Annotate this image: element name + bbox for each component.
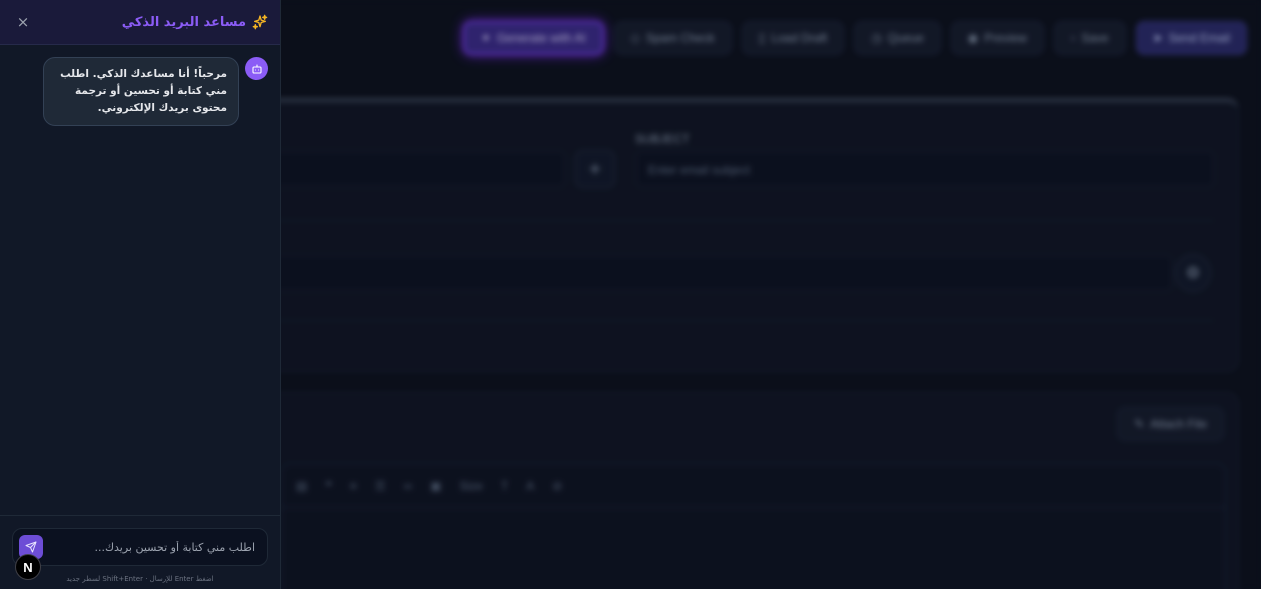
file-icon: ▯ <box>758 31 766 45</box>
bot-icon <box>245 57 268 80</box>
font-size-select[interactable]: Size <box>460 479 483 493</box>
compose-card: SUBJECT + Enter email subject ⚙ <box>260 98 1239 372</box>
quote-icon[interactable]: ❝ <box>325 479 331 493</box>
close-icon[interactable]: × <box>14 13 32 31</box>
eye-icon: ◉ <box>967 31 979 45</box>
n-badge[interactable]: N <box>15 554 41 580</box>
recipient-field[interactable] <box>261 150 566 188</box>
panel-title-group: مساعد البريد الذكي <box>122 14 268 30</box>
composer: اضغط Enter للإرسال · Shift+Enter لسطر جد… <box>0 515 280 589</box>
ai-assistant-panel: × مساعد البريد الذكي مرحباً! أنا مساعدك … <box>0 0 281 589</box>
keyboard-hint: اضغط Enter للإرسال · Shift+Enter لسطر جد… <box>66 575 214 583</box>
attach-file-button[interactable]: ✎ Attach File <box>1117 407 1224 441</box>
subject-label: SUBJECT <box>635 132 690 146</box>
list-icon[interactable]: ≡ <box>350 479 357 493</box>
sparkle-icon: ✦ <box>480 31 491 45</box>
paperclip-icon: ✎ <box>1134 417 1145 431</box>
sparkles-icon <box>252 14 268 30</box>
ordered-list-icon[interactable]: ☰ <box>375 479 386 493</box>
clear-format-icon[interactable]: ⊘ <box>552 479 562 493</box>
panel-header: × مساعد البريد الذكي <box>0 0 280 45</box>
save-icon: ▫ <box>1070 31 1076 45</box>
generate-ai-button[interactable]: ✦ Generate with AI <box>462 21 604 55</box>
queue-button[interactable]: ◷ Queue <box>854 21 941 55</box>
divider <box>261 320 1214 321</box>
template-select[interactable] <box>261 254 1173 292</box>
editor-toolbar: ▤ ❝ ≡ ☰ ∞ ▣ Size T A ⊘ <box>282 464 1225 508</box>
assistant-message: مرحباً! أنا مساعدك الذكي. اطلب مني كتابة… <box>12 57 268 126</box>
add-recipient-button[interactable]: + <box>575 150 615 188</box>
shield-icon: ◇ <box>630 31 640 45</box>
message-list: مرحباً! أنا مساعدك الذكي. اطلب مني كتابة… <box>0 45 280 515</box>
spam-check-button[interactable]: ◇ Spam Check <box>613 21 732 55</box>
image-icon[interactable]: ▣ <box>430 479 441 493</box>
send-icon: ➤ <box>1152 31 1163 45</box>
divider <box>261 220 1214 221</box>
save-button[interactable]: ▫ Save <box>1053 21 1126 55</box>
highlight-icon[interactable]: A <box>526 479 534 493</box>
body-card: ✎ Attach File ▤ ❝ ≡ ☰ ∞ ▣ Size T A ⊘ <box>260 392 1239 589</box>
subject-field[interactable]: Enter email subject <box>635 150 1215 188</box>
preview-button[interactable]: ◉ Preview <box>950 21 1044 55</box>
send-icon <box>25 541 37 553</box>
align-icon[interactable]: ▤ <box>296 479 307 493</box>
message-bubble: مرحباً! أنا مساعدك الذكي. اطلب مني كتابة… <box>43 57 239 126</box>
text-color-icon[interactable]: T <box>501 479 508 493</box>
body-editor[interactable]: ▤ ❝ ≡ ☰ ∞ ▣ Size T A ⊘ <box>281 463 1226 589</box>
chat-input[interactable] <box>43 540 261 554</box>
clock-icon: ◷ <box>871 31 882 45</box>
load-draft-button[interactable]: ▯ Load Draft <box>741 21 845 55</box>
chat-input-box <box>12 528 268 566</box>
toolbar: ➤ Send Email ▫ Save ◉ Preview ◷ Queue ▯ Load … <box>462 18 1247 58</box>
panel-title: مساعد البريد الذكي <box>121 14 246 30</box>
send-email-button[interactable]: ➤ Send Email <box>1135 21 1247 55</box>
settings-icon[interactable]: ⚙ <box>1175 254 1211 292</box>
link-icon[interactable]: ∞ <box>404 479 413 493</box>
